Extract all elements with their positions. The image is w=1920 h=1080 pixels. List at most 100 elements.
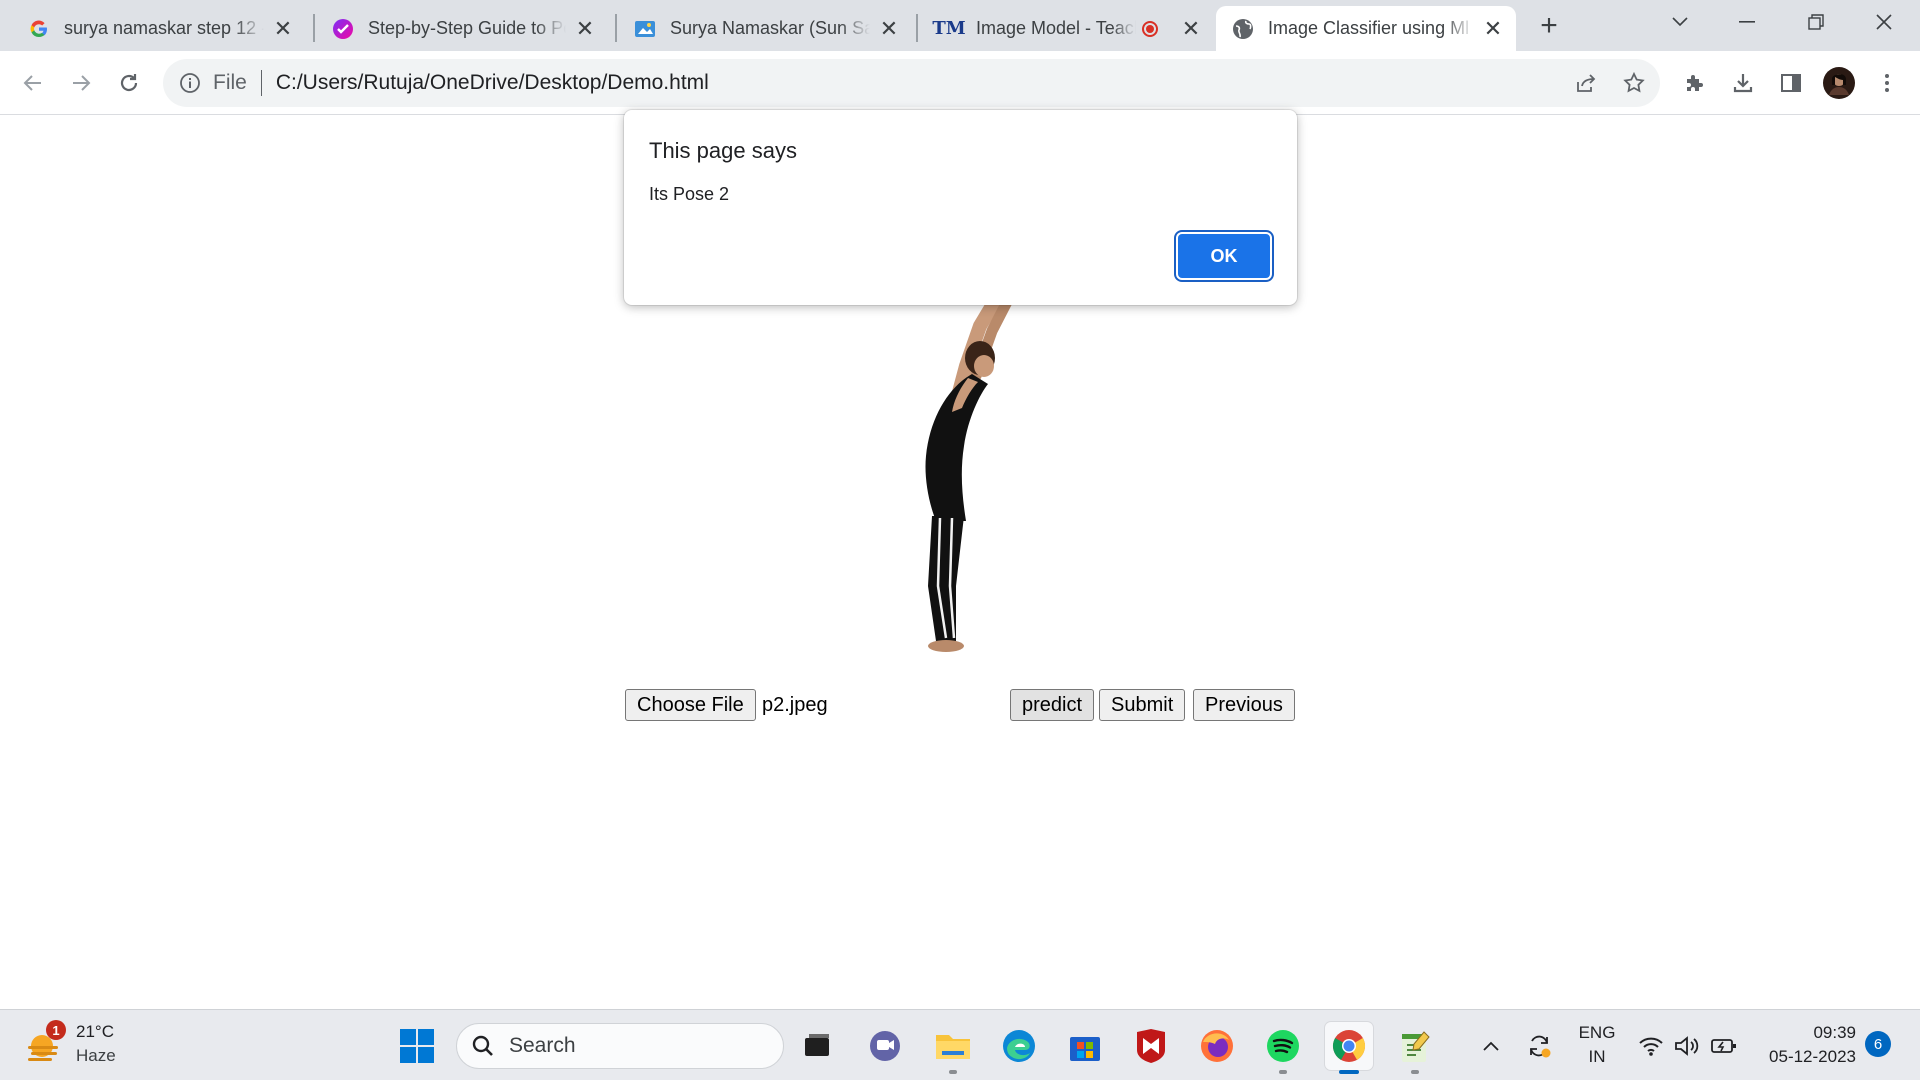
windows-logo-icon xyxy=(400,1029,434,1063)
new-tab-button[interactable]: + xyxy=(1532,10,1566,44)
weather-widget[interactable]: 1 21°C Haze xyxy=(26,1020,146,1072)
search-label: Search xyxy=(509,1034,576,1057)
store-icon xyxy=(1070,1037,1100,1061)
url-text[interactable]: C:/Users/Rutuja/OneDrive/Desktop/Demo.ht… xyxy=(276,71,709,95)
windows-taskbar: 1 21°C Haze Search ENG IN 09:39 05-12-20… xyxy=(0,1009,1920,1080)
chrome-button[interactable] xyxy=(1325,1022,1373,1074)
predict-button[interactable]: predict xyxy=(1010,689,1095,721)
url-divider xyxy=(260,70,262,96)
close-tab-icon[interactable]: ✕ xyxy=(1180,16,1202,41)
tab-title: Image Classifier using Ml xyxy=(1268,18,1470,38)
ok-button[interactable]: OK xyxy=(1176,232,1272,280)
microsoft-store-button[interactable] xyxy=(1061,1022,1109,1070)
extensions-puzzle-icon[interactable] xyxy=(1675,63,1715,103)
recording-icon xyxy=(1142,20,1158,37)
close-tab-icon[interactable]: ✕ xyxy=(272,16,294,41)
running-indicator xyxy=(949,1070,957,1074)
teams-chat-icon xyxy=(870,1031,900,1061)
side-panel-icon[interactable] xyxy=(1771,63,1811,103)
site-info-icon[interactable] xyxy=(177,70,203,96)
spotify-button[interactable] xyxy=(1259,1022,1307,1074)
wifi-icon[interactable] xyxy=(1636,1020,1666,1072)
file-explorer-button[interactable] xyxy=(929,1022,977,1074)
close-window-button[interactable] xyxy=(1854,0,1914,44)
tab-title: Surya Namaskar (Sun Sal xyxy=(670,18,870,38)
notification-count-badge[interactable]: 6 xyxy=(1865,1031,1891,1057)
show-hidden-icons-chevron-up-icon[interactable] xyxy=(1475,1020,1507,1072)
tab-surya-namaskar-sun-salutation[interactable]: Surya Namaskar (Sun Sal ✕ xyxy=(606,6,912,51)
globe-icon xyxy=(1232,18,1254,40)
site-icon xyxy=(634,18,656,40)
folder-icon xyxy=(936,1035,970,1059)
mcafee-button[interactable] xyxy=(1127,1022,1175,1070)
tab-title: Image Model - Teach xyxy=(976,18,1136,38)
weather-condition: Haze xyxy=(76,1046,116,1065)
previous-button[interactable]: Previous xyxy=(1193,689,1295,721)
mcafee-shield-icon xyxy=(1137,1029,1165,1063)
tab-title: Step-by-Step Guide to Pe xyxy=(368,18,566,38)
classifier-controls: Choose File p2.jpeg predict Submit Previ… xyxy=(625,689,1295,723)
selected-file-name: p2.jpeg xyxy=(762,694,828,716)
edge-browser-button[interactable] xyxy=(995,1022,1043,1070)
downloads-icon[interactable] xyxy=(1723,63,1763,103)
reload-icon xyxy=(120,74,138,92)
firefox-icon xyxy=(1201,1030,1233,1062)
chrome-icon xyxy=(1332,1030,1366,1062)
choose-file-button[interactable]: Choose File xyxy=(625,689,756,721)
tab-surya-namaskar-search[interactable]: surya namaskar step 12 - ✕ xyxy=(0,6,306,51)
share-icon[interactable] xyxy=(1566,63,1606,103)
battery-charging-icon[interactable] xyxy=(1708,1020,1740,1072)
volume-icon[interactable] xyxy=(1672,1020,1702,1072)
tab-title: surya namaskar step 12 - xyxy=(64,18,264,38)
submit-button[interactable]: Submit xyxy=(1099,689,1186,721)
input-language-indicator[interactable]: ENG IN xyxy=(1575,1021,1619,1069)
running-indicator xyxy=(1279,1070,1287,1074)
edge-icon xyxy=(1003,1030,1035,1062)
google-icon xyxy=(28,18,50,40)
restore-button[interactable] xyxy=(1786,0,1846,44)
notepad-button[interactable] xyxy=(1391,1022,1439,1074)
forward-arrow-icon xyxy=(73,75,91,91)
running-indicator xyxy=(1411,1070,1419,1074)
bookmark-star-icon[interactable] xyxy=(1614,63,1654,103)
teams-chat-button[interactable] xyxy=(861,1022,909,1070)
firefox-button[interactable] xyxy=(1193,1022,1241,1070)
close-tab-icon[interactable]: ✕ xyxy=(574,16,596,41)
close-tab-icon[interactable]: ✕ xyxy=(1482,16,1504,41)
back-arrow-icon xyxy=(23,75,41,91)
tab-image-model-teachable-machine[interactable]: TM Image Model - Teach ✕ xyxy=(908,6,1214,51)
search-icon xyxy=(471,1034,495,1058)
chrome-menu-icon[interactable] xyxy=(1867,63,1907,103)
profile-avatar[interactable] xyxy=(1819,63,1859,103)
teachable-machine-icon: TM xyxy=(932,18,966,39)
forward-button[interactable] xyxy=(61,63,101,103)
close-tab-icon[interactable]: ✕ xyxy=(878,16,900,41)
dialog-message: Its Pose 2 xyxy=(649,184,730,204)
active-indicator xyxy=(1339,1070,1359,1074)
weather-alert-badge: 1 xyxy=(46,1020,66,1040)
minimize-button[interactable] xyxy=(1718,0,1778,44)
tab-search-chevron-down-icon[interactable] xyxy=(1650,0,1710,44)
pose-image xyxy=(880,289,1040,656)
region-code: IN xyxy=(1588,1047,1606,1066)
guide-icon xyxy=(332,18,354,40)
back-button[interactable] xyxy=(13,63,53,103)
task-view-icon xyxy=(805,1034,829,1056)
alert-dialog: This page says Its Pose 2 OK xyxy=(624,110,1297,305)
tab-pose-guide[interactable]: Step-by-Step Guide to Pe ✕ xyxy=(304,6,608,51)
reload-button[interactable] xyxy=(109,63,149,103)
sync-icon[interactable] xyxy=(1521,1020,1557,1072)
url-scheme-label: File xyxy=(213,71,247,94)
task-view-button[interactable] xyxy=(793,1022,841,1070)
spotify-icon xyxy=(1267,1030,1299,1062)
browser-toolbar: File C:/Users/Rutuja/OneDrive/Desktop/De… xyxy=(0,51,1920,115)
start-button[interactable] xyxy=(393,1022,441,1070)
clock-time: 09:39 xyxy=(1813,1023,1856,1042)
dialog-heading: This page says xyxy=(649,138,797,163)
tab-image-classifier[interactable]: Image Classifier using Ml ✕ xyxy=(1216,6,1516,51)
taskbar-search[interactable]: Search xyxy=(456,1023,784,1069)
system-clock[interactable]: 09:39 05-12-2023 xyxy=(1752,1021,1856,1069)
notepad-icon xyxy=(1402,1031,1430,1062)
address-bar[interactable]: File C:/Users/Rutuja/OneDrive/Desktop/De… xyxy=(163,59,1660,107)
clock-date: 05-12-2023 xyxy=(1769,1047,1856,1066)
